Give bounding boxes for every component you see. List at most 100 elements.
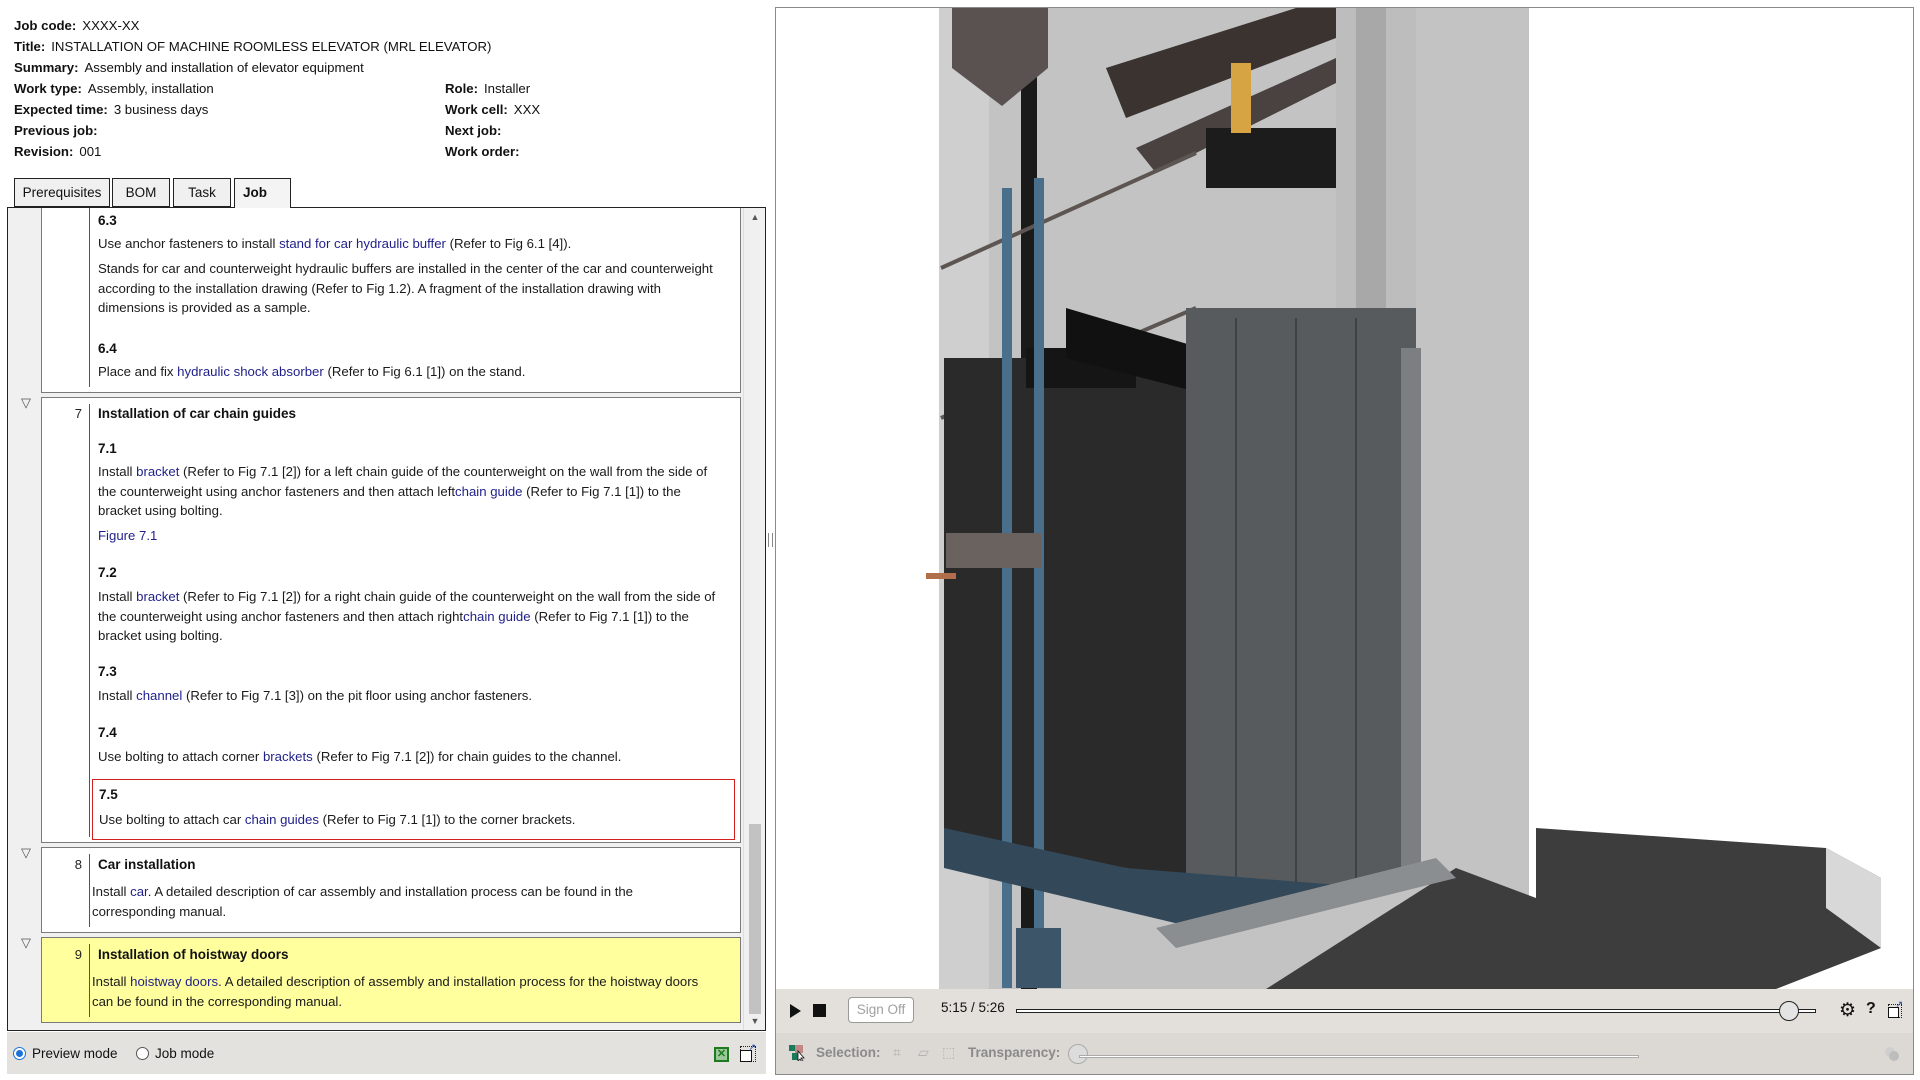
substep-7-4-text: Use bolting to attach corner brackets (R… xyxy=(98,749,622,764)
title-value: INSTALLATION OF MACHINE ROOMLESS ELEVATO… xyxy=(51,39,492,54)
link-channel[interactable]: channel xyxy=(136,688,182,703)
selection-tool-icon[interactable] xyxy=(789,1045,805,1061)
scrollbar-thumb[interactable] xyxy=(749,824,761,1014)
step-9-text: Install hoistway doors. A detailed descr… xyxy=(92,974,699,1009)
hide-selection-icon[interactable]: ⬚ xyxy=(942,1044,955,1061)
work-type-row: Work type: Assembly, installation xyxy=(14,81,214,96)
rope-hitch xyxy=(1231,63,1251,133)
step-7-collapse-toggle[interactable]: ▽ xyxy=(21,395,31,411)
step-9-collapse-toggle[interactable]: ▽ xyxy=(21,935,31,951)
playback-toolbar: Sign Off 5:15 / 5:26 ⚙ ? xyxy=(776,989,1913,1033)
job-code-row: Job code: XXXX-XX xyxy=(14,18,140,33)
job-details-panel: Job code: XXXX-XX Title: INSTALLATION OF M… xyxy=(0,0,772,1080)
link-chain-guide[interactable]: chain guide xyxy=(455,484,522,499)
substep-6-4-number: 6.4 xyxy=(98,341,117,356)
substep-6-3-note: Stands for car and counterweight hydraul… xyxy=(98,261,713,315)
link-bracket[interactable]: bracket xyxy=(136,464,179,479)
selection-toolbar: Selection: ⌗ ▱ ⬚ Transparency: xyxy=(776,1033,1913,1074)
link-hoistway-doors[interactable]: hoistway doors xyxy=(130,974,218,989)
link-stand-for-car-hydraulic-buffer[interactable]: stand for car hydraulic buffer xyxy=(279,236,446,251)
transparency-slider[interactable] xyxy=(1079,1055,1639,1058)
figure-7-1-link[interactable]: Figure 7.1 xyxy=(98,526,723,546)
step-divider xyxy=(89,854,90,927)
work-cell-row: Work cell: XXX xyxy=(445,102,541,117)
tab-bom[interactable]: BOM xyxy=(112,178,170,207)
help-icon[interactable]: ? xyxy=(1866,1000,1876,1018)
expected-time-value: 3 business days xyxy=(113,102,209,117)
link-car[interactable]: car xyxy=(130,884,148,899)
scroll-down-arrow-icon[interactable]: ▼ xyxy=(744,1012,765,1030)
substep-7-2-text: Install bracket (Refer to Fig 7.1 [2]) f… xyxy=(98,589,716,643)
tab-job[interactable]: Job xyxy=(234,178,291,208)
sign-off-button[interactable]: Sign Off xyxy=(848,997,914,1023)
vertical-scrollbar[interactable]: ▲ ▼ xyxy=(743,208,765,1030)
tab-prerequisites[interactable]: Prerequisites xyxy=(14,178,110,207)
popout-window-icon[interactable] xyxy=(1888,999,1903,1018)
previous-job-row: Previous job: xyxy=(14,123,98,138)
job-code-value: XXXX-XX xyxy=(82,18,140,33)
timeline-thumb[interactable] xyxy=(1779,1001,1800,1021)
role-value: Installer xyxy=(483,81,531,96)
next-job-row: Next job: xyxy=(445,123,502,138)
radio-selected-icon xyxy=(13,1047,26,1060)
buffer-pin xyxy=(926,573,956,579)
role-row: Role: Installer xyxy=(445,81,531,96)
substep-7-1-text: Install bracket (Refer to Fig 7.1 [2]) f… xyxy=(98,464,708,518)
summary-value: Assembly and installation of elevator eq… xyxy=(84,60,364,75)
link-brackets[interactable]: brackets xyxy=(263,749,313,764)
step-divider xyxy=(89,404,90,837)
job-mode-radio[interactable]: Job mode xyxy=(136,1046,214,1061)
link-chain-guides[interactable]: chain guides xyxy=(245,812,319,827)
job-steps-list: 6.3 Use anchor fasteners to install stan… xyxy=(7,207,766,1031)
step-7-card[interactable]: 7 Installation of car chain guides 7.1 I… xyxy=(41,397,741,843)
substep-6-3-number: 6.3 xyxy=(98,213,117,228)
revision-value: 001 xyxy=(79,144,102,159)
splitter-grip-icon[interactable] xyxy=(768,533,773,547)
selected-substep-7-5[interactable]: 7.5 Use bolting to attach car chain guid… xyxy=(92,779,735,840)
step-9-number: 9 xyxy=(74,947,82,962)
substep-7-5-number: 7.5 xyxy=(99,787,118,802)
scroll-up-arrow-icon[interactable]: ▲ xyxy=(744,208,765,226)
link-bracket[interactable]: bracket xyxy=(136,589,179,604)
expected-time-row: Expected time: 3 business days xyxy=(14,102,209,117)
step-8-collapse-toggle[interactable]: ▽ xyxy=(21,845,31,861)
substep-6-4-text: Place and fix hydraulic shock absorber (… xyxy=(98,364,526,379)
panel-splitter[interactable] xyxy=(766,0,775,1080)
title-row: Title: INSTALLATION OF MACHINE ROOMLESS E… xyxy=(14,39,492,54)
substep-7-4-number: 7.4 xyxy=(98,725,117,740)
settings-gear-icon[interactable]: ⚙ xyxy=(1839,999,1856,1022)
step-divider xyxy=(89,208,90,387)
revision-row: Revision: 001 xyxy=(14,144,102,159)
controller-box xyxy=(1206,128,1336,188)
summary-row: Summary: Assembly and installation of ele… xyxy=(14,60,364,75)
stop-icon[interactable] xyxy=(813,1004,826,1017)
export-excel-icon[interactable]: ✕ xyxy=(714,1047,729,1062)
radio-unselected-icon xyxy=(136,1047,149,1060)
timeline-slider[interactable] xyxy=(1016,1001,1816,1021)
isolate-box-icon[interactable]: ▱ xyxy=(918,1044,929,1061)
materials-icon[interactable] xyxy=(1884,1046,1900,1062)
buffer-block xyxy=(946,533,1041,568)
fit-selection-icon[interactable]: ⌗ xyxy=(893,1044,901,1061)
selection-label: Selection: xyxy=(816,1045,881,1060)
safety-gear xyxy=(1016,928,1061,988)
step-9-card[interactable]: 9 Installation of hoistway doors Install… xyxy=(41,937,741,1023)
elevator-3d-scene[interactable] xyxy=(776,8,1913,989)
step-6-card[interactable]: 6.3 Use anchor fasteners to install stan… xyxy=(41,208,741,393)
step-8-text: Install car. A detailed description of c… xyxy=(92,884,634,919)
step-8-card[interactable]: 8 Car installation Install car. A detail… xyxy=(41,847,741,933)
preview-mode-radio[interactable]: Preview mode xyxy=(13,1046,118,1061)
substep-7-3-number: 7.3 xyxy=(98,664,117,679)
tab-task[interactable]: Task xyxy=(173,178,231,207)
popout-window-icon[interactable] xyxy=(740,1042,756,1062)
transparency-slider-thumb[interactable] xyxy=(1068,1044,1088,1064)
transparency-label: Transparency: xyxy=(968,1045,1061,1060)
step-7-title: Installation of car chain guides xyxy=(98,406,297,421)
3d-viewer: Sign Off 5:15 / 5:26 ⚙ ? Selection: ⌗ ▱ … xyxy=(775,7,1914,1075)
link-hydraulic-shock-absorber[interactable]: hydraulic shock absorber xyxy=(177,364,324,379)
play-icon[interactable] xyxy=(790,1004,801,1018)
car-door-panels xyxy=(1186,308,1416,888)
door-frame xyxy=(1401,348,1421,868)
work-cell-value: XXX xyxy=(513,102,541,117)
link-chain-guide[interactable]: chain guide xyxy=(463,609,530,624)
